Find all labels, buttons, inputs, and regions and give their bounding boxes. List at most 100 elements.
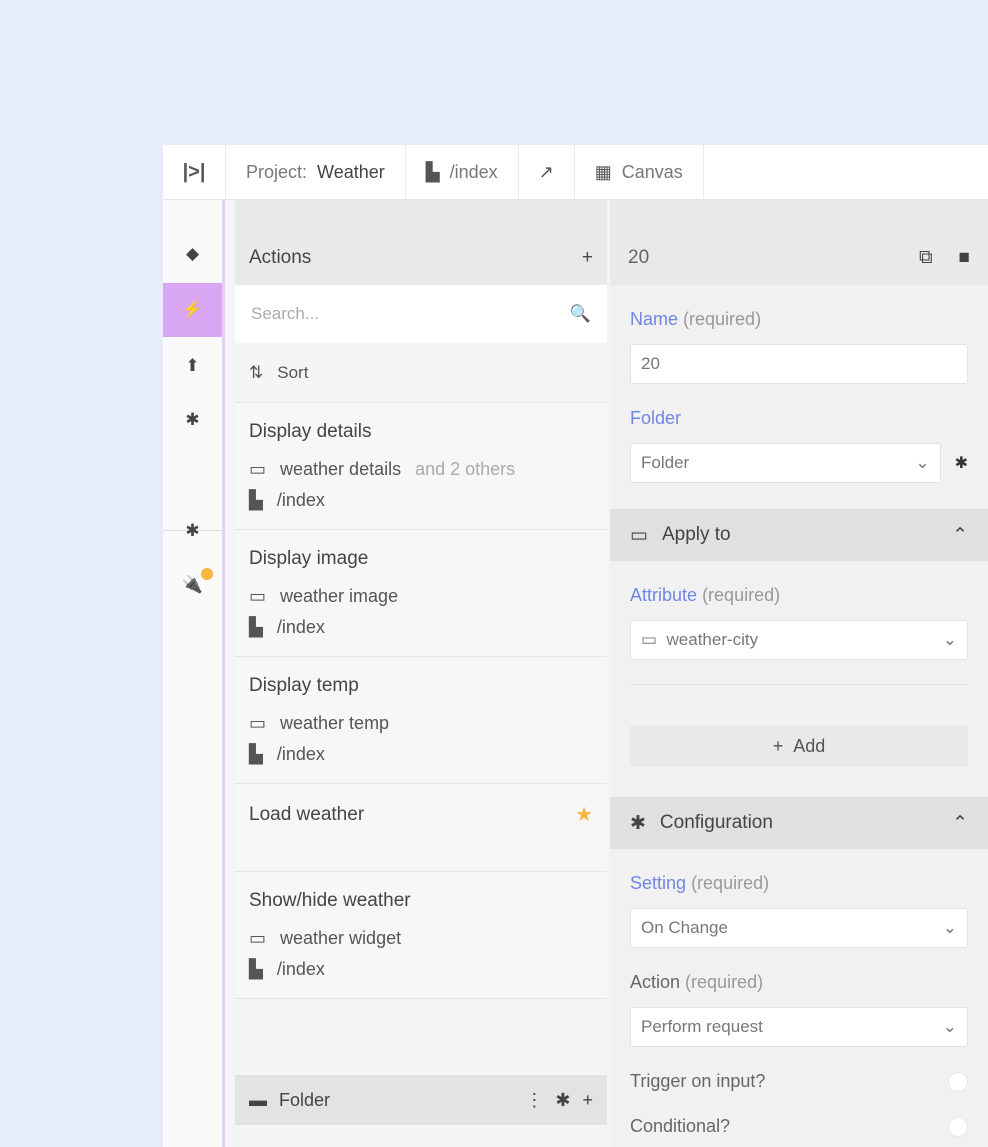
attribute-field-group: Attribute (required) ▭ weather-city ⌄ — [610, 585, 988, 660]
trigger-label: Trigger on input? — [630, 1071, 766, 1091]
action-item[interactable]: Display image ▭ weather image ▙ /index — [235, 530, 607, 657]
add-label: Add — [793, 735, 826, 756]
attribute-label: Attribute — [630, 585, 698, 605]
action-title: Display details — [249, 421, 372, 442]
setting-field-group: Setting (required) On Change ⌄ — [610, 873, 988, 948]
action-target: weather details — [280, 459, 402, 479]
required-hint: (required) — [683, 309, 762, 329]
bug-icon: ✱ — [185, 521, 200, 540]
action-select[interactable]: Perform request ⌄ — [630, 1007, 968, 1047]
action-target: weather widget — [280, 928, 402, 948]
project-selector[interactable]: Project: Weather — [226, 144, 406, 200]
upload-icon: ⬆ — [185, 356, 200, 375]
chevron-down-icon: ⌄ — [942, 630, 957, 649]
canvas-label: Canvas — [621, 161, 683, 182]
rail-settings-button[interactable]: ✱ — [163, 393, 222, 447]
element-icon: ▭ — [249, 713, 267, 733]
component-icon: ◆ — [185, 244, 200, 263]
chevron-down-icon: ⌄ — [915, 453, 930, 472]
chevron-up-icon: ⌃ — [952, 524, 968, 546]
add-button[interactable]: + Add — [630, 725, 968, 767]
folder-row[interactable]: ▬ Folder ⋮ ✱ + — [235, 1075, 607, 1125]
action-file: /index — [276, 490, 325, 510]
file-icon: ▙ — [425, 161, 440, 182]
gear-icon: ✱ — [630, 812, 646, 834]
action-target: weather image — [280, 586, 399, 606]
element-icon: ▭ — [249, 586, 267, 606]
delete-icon[interactable]: ■ — [959, 247, 970, 269]
folder-value: Folder — [641, 453, 690, 472]
section-title: Configuration — [659, 812, 773, 833]
attribute-value: weather-city — [666, 630, 759, 649]
attribute-select[interactable]: ▭ weather-city ⌄ — [630, 620, 968, 660]
action-item[interactable]: Display temp ▭ weather temp ▙ /index — [235, 657, 607, 784]
action-item[interactable]: Display details ▭ weather details and 2 ot… — [235, 403, 607, 530]
element-icon: ▭ — [249, 928, 267, 948]
conditional-toggle[interactable] — [948, 1116, 968, 1137]
element-icon: ▭ — [249, 459, 267, 479]
action-target: weather temp — [280, 713, 390, 733]
top-bar: |>| Project: Weather ▙ /index ↗ ▦ Canvas — [163, 144, 988, 200]
name-value: 20 — [641, 354, 660, 373]
search-icon: 🔍 — [569, 304, 591, 323]
gear-icon[interactable]: ✱ — [955, 453, 968, 473]
sort-button[interactable]: ⇅ Sort — [235, 343, 607, 403]
action-title: Display temp — [249, 675, 359, 696]
apply-to-section[interactable]: ▭ Apply to ⌃ — [610, 509, 988, 561]
rail-plugins-button[interactable]: 🔌 — [163, 558, 222, 612]
name-label: Name — [630, 309, 679, 329]
name-input[interactable]: 20 — [630, 344, 968, 384]
actions-header: Actions + — [235, 200, 607, 285]
rail-actions-button[interactable]: ⚡ — [163, 283, 222, 337]
canvas-button[interactable]: ▦ Canvas — [575, 144, 704, 200]
page-selector[interactable]: ▙ /index — [406, 144, 519, 200]
setting-value: On Change — [641, 918, 728, 937]
rail-upload-button[interactable]: ⬆ — [163, 339, 222, 393]
more-icon[interactable]: ⋮ — [525, 1090, 543, 1111]
chevron-down-icon: ⌄ — [942, 1017, 957, 1036]
action-item[interactable]: Show/hide weather ▭ weather widget ▙ /inde… — [235, 872, 607, 999]
actions-title: Actions — [249, 247, 312, 268]
plugin-icon: 🔌 — [181, 575, 204, 594]
action-title: Display image — [249, 548, 369, 569]
gear-icon: ✱ — [185, 410, 200, 429]
file-icon: ▙ — [249, 744, 263, 764]
file-icon: ▙ — [249, 617, 263, 637]
action-title: Show/hide weather — [249, 890, 411, 911]
add-icon[interactable]: + — [582, 1090, 593, 1111]
action-file: /index — [276, 959, 325, 979]
action-value: Perform request — [641, 1017, 763, 1036]
rail-debug-button[interactable]: ✱ — [163, 504, 222, 558]
folder-field-group: Folder Folder ⌄ ✱ — [610, 408, 988, 483]
trigger-toggle[interactable] — [948, 1071, 968, 1092]
folder-label: Folder — [279, 1089, 331, 1110]
rail-components-button[interactable]: ◆ — [163, 227, 222, 281]
section-title: Apply to — [661, 524, 731, 545]
search-input[interactable]: Search... — [251, 304, 319, 324]
actions-panel: Actions + Search... 🔍 ⇅ Sort Display det… — [235, 200, 607, 1147]
setting-label: Setting — [630, 873, 687, 893]
action-file: /index — [276, 617, 325, 637]
file-icon: ▙ — [249, 959, 263, 979]
action-item[interactable]: Load weather ★ — [235, 784, 607, 872]
app-window: |>| Project: Weather ▙ /index ↗ ▦ Canvas… — [163, 144, 988, 1147]
element-icon: ▭ — [641, 630, 658, 649]
action-icon: ⚡ — [181, 300, 204, 319]
logo-icon[interactable]: |>| — [163, 145, 225, 200]
external-link-button[interactable]: ↗ — [519, 144, 575, 200]
action-file: /index — [276, 744, 325, 764]
plus-icon: + — [772, 735, 784, 756]
setting-select[interactable]: On Change ⌄ — [630, 908, 968, 948]
action-field-group: Action (required) Perform request ⌄ — [610, 972, 988, 1047]
element-icon: ▭ — [630, 524, 648, 546]
config-id: 20 — [628, 247, 650, 268]
add-action-icon[interactable]: + — [582, 247, 593, 269]
chevron-down-icon: ⌄ — [942, 918, 957, 937]
configuration-section[interactable]: ✱ Configuration ⌃ — [610, 797, 988, 849]
config-header: 20 ⧉ ■ — [610, 200, 988, 285]
gear-icon[interactable]: ✱ — [555, 1090, 570, 1111]
search-field[interactable]: Search... 🔍 — [235, 285, 607, 343]
folder-select[interactable]: Folder ⌄ — [630, 443, 941, 483]
copy-icon[interactable]: ⧉ — [919, 247, 933, 269]
project-prefix: Project: — [246, 161, 308, 182]
